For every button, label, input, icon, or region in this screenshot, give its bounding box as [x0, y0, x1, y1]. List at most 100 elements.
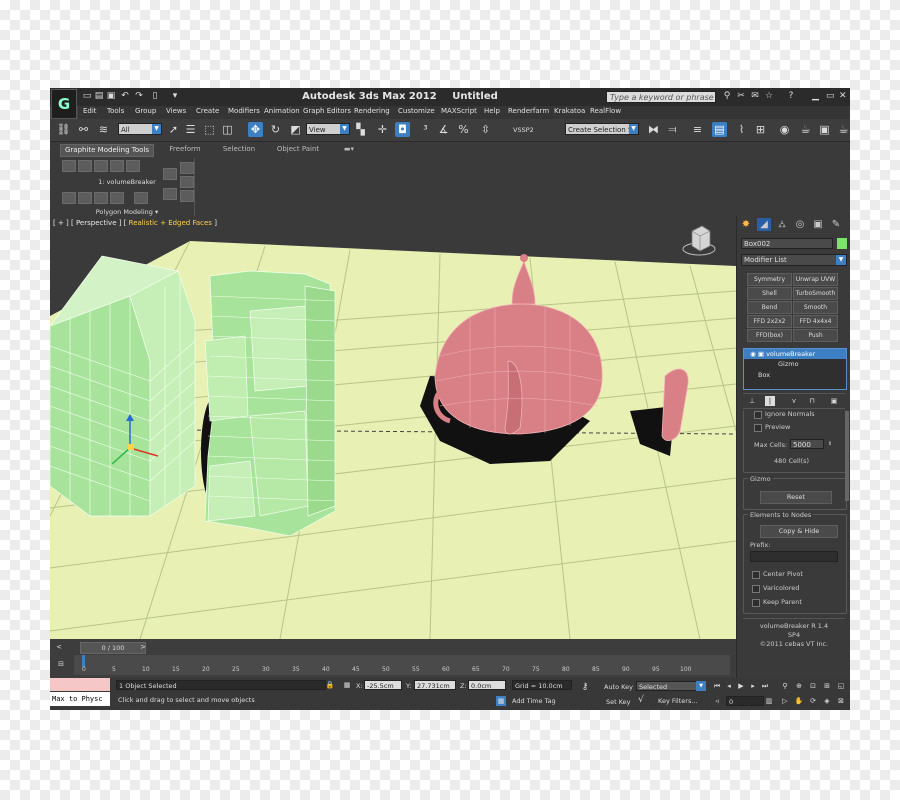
render-setup-icon[interactable]: ☕ — [798, 122, 813, 137]
set-key-icon[interactable]: √ — [636, 695, 646, 705]
preview-checkbox[interactable] — [754, 424, 762, 432]
remove-modifier-icon[interactable]: ⊓ — [807, 396, 817, 406]
max-cells-field[interactable]: 5000 — [790, 439, 824, 449]
stack-item-box[interactable]: Box — [744, 370, 846, 380]
selection-lock-icon[interactable]: 🔒 — [325, 680, 335, 690]
menu-help[interactable]: Help — [484, 107, 500, 115]
next-frame-icon[interactable]: > — [138, 642, 148, 652]
spinner-snap-icon[interactable]: ⇳ — [478, 122, 493, 137]
ribbon-icon[interactable] — [163, 188, 177, 200]
ribbon-icon[interactable] — [180, 190, 194, 202]
viewport-scene[interactable] — [50, 216, 736, 639]
open-file-icon[interactable]: ▤ — [94, 91, 104, 101]
ribbon-icon[interactable] — [134, 192, 148, 204]
motion-tab-icon[interactable]: ◎ — [793, 218, 807, 231]
ribbon-group-label[interactable]: Polygon Modeling ▾ — [60, 208, 194, 216]
ribbon-icon[interactable] — [110, 160, 124, 172]
shell-button[interactable]: Shell — [747, 287, 792, 300]
menu-group[interactable]: Group — [135, 107, 156, 115]
modifier-list-dropdown[interactable]: Modifier List ▼ — [741, 254, 847, 266]
menu-customize[interactable]: Customize — [398, 107, 435, 115]
show-end-result-icon[interactable]: ❘ — [765, 396, 775, 406]
stack-item-volumebreaker[interactable]: ◉ ▣ volumeBreaker — [744, 349, 846, 359]
window-crossing-icon[interactable]: ◫ — [220, 122, 235, 137]
communication-center-icon[interactable]: ✉ — [750, 91, 760, 101]
menu-views[interactable]: Views — [166, 107, 186, 115]
quick-access-dropdown-icon[interactable]: ▾ — [170, 91, 180, 101]
varicolored-checkbox[interactable] — [752, 585, 760, 593]
ribbon-icon[interactable] — [62, 192, 76, 204]
mini-curve-editor-icon[interactable]: ⊟ — [56, 659, 66, 669]
previous-key-icon[interactable]: ◂ — [724, 681, 734, 691]
menu-renderfarm[interactable]: Renderfarm — [508, 107, 549, 115]
ffd-box-button[interactable]: FFD(box) — [747, 329, 792, 342]
key-mode-toggle-icon[interactable]: ◃ — [712, 696, 722, 706]
go-to-start-icon[interactable]: ⏮ — [712, 681, 722, 691]
help-icon[interactable]: ? — [786, 91, 796, 101]
unwrap-uvw-button[interactable]: Unwrap UVW — [793, 273, 838, 286]
display-tab-icon[interactable]: ▣ — [811, 218, 825, 231]
reference-coordinate-dropdown[interactable]: View ▼ — [306, 123, 350, 135]
time-configuration-icon[interactable]: ▥ — [764, 696, 774, 706]
stack-item-gizmo[interactable]: Gizmo — [744, 359, 846, 369]
orbit-icon[interactable]: ⟳ — [808, 696, 818, 706]
absolute-mode-icon[interactable]: ▦ — [342, 680, 352, 690]
undo-icon[interactable]: ↶ — [120, 91, 130, 101]
key-filters-button[interactable]: Key Filters... — [658, 697, 698, 705]
select-by-name-icon[interactable]: ☰ — [183, 122, 198, 137]
time-tag-icon[interactable]: ▦ — [496, 696, 506, 706]
key-icon[interactable]: ⚷ — [580, 682, 590, 692]
graphite-toggle-icon[interactable]: ▤ — [712, 122, 727, 137]
select-and-link-icon[interactable]: ⛓ — [56, 122, 71, 137]
new-file-icon[interactable]: ▭ — [82, 91, 92, 101]
play-icon[interactable]: ▶ — [736, 681, 746, 691]
zoom-extents-icon[interactable]: ⊡ — [808, 681, 818, 691]
menu-rendering[interactable]: Rendering — [354, 107, 390, 115]
close-icon[interactable]: ✕ — [839, 91, 847, 101]
mirror-icon[interactable]: ⧓ — [646, 122, 661, 137]
ribbon-icon[interactable] — [94, 192, 108, 204]
ribbon-icon[interactable] — [163, 168, 177, 180]
tab-graphite-modeling-tools[interactable]: Graphite Modeling Tools — [60, 144, 154, 157]
ribbon-icon[interactable] — [62, 160, 76, 172]
select-and-manipulate-icon[interactable]: ✛ — [375, 122, 390, 137]
center-pivot-checkbox[interactable] — [752, 571, 760, 579]
search-icon[interactable]: ⚲ — [722, 91, 732, 101]
symmetry-button[interactable]: Symmetry — [747, 273, 792, 286]
bend-button[interactable]: Bend — [747, 301, 792, 314]
hierarchy-tab-icon[interactable]: ⛼ — [775, 218, 789, 231]
ribbon-options-icon[interactable]: ▬▾ — [338, 144, 360, 155]
track-bar[interactable]: 0 5 10 15 20 25 30 35 40 45 50 55 60 65 … — [74, 655, 730, 675]
ribbon-icon[interactable] — [180, 176, 194, 188]
command-panel-scrollbar[interactable] — [845, 411, 849, 501]
pan-icon[interactable]: ✋ — [794, 696, 804, 706]
maximize-viewport-icon[interactable]: ◱ — [836, 681, 846, 691]
align-icon[interactable]: ⫤ — [665, 122, 680, 137]
y-coordinate-field[interactable]: 27.731cm — [414, 680, 456, 690]
modify-tab-icon[interactable]: ◢ — [757, 218, 771, 231]
selection-filter-dropdown[interactable]: All ▼ — [118, 123, 162, 135]
go-to-end-icon[interactable]: ⏭ — [760, 681, 770, 691]
maximize-icon[interactable]: ▭ — [826, 91, 835, 101]
unlink-icon[interactable]: ⚯ — [76, 122, 91, 137]
maxscript-listener-top[interactable] — [50, 678, 110, 691]
menu-krakatoa[interactable]: Krakatoa — [554, 107, 585, 115]
tab-freeform[interactable]: Freeform — [160, 144, 210, 155]
make-unique-icon[interactable]: ⋎ — [789, 396, 799, 406]
rendered-frame-window-icon[interactable]: ▣ — [817, 122, 832, 137]
menu-animation[interactable]: Animation — [264, 107, 300, 115]
push-button[interactable]: Push — [793, 329, 838, 342]
snaps-toggle-icon[interactable]: ³ — [418, 122, 433, 137]
favorites-icon[interactable]: ☆ — [764, 91, 774, 101]
prefix-input[interactable] — [750, 551, 838, 562]
auto-key-button[interactable]: Auto Key — [604, 683, 633, 691]
pivot-center-icon[interactable]: ▚ — [353, 122, 368, 137]
percent-snap-icon[interactable]: % — [456, 122, 471, 137]
layer-manager-icon[interactable]: ≡ — [690, 122, 705, 137]
project-folder-icon[interactable]: ▯ — [150, 91, 160, 101]
search-input[interactable]: Type a keyword or phrase — [606, 91, 716, 103]
ribbon-icon[interactable] — [78, 160, 92, 172]
maximize-toggle-icon[interactable]: ⊠ — [836, 696, 846, 706]
object-color-swatch[interactable] — [837, 238, 847, 249]
next-key-icon[interactable]: ▸ — [748, 681, 758, 691]
